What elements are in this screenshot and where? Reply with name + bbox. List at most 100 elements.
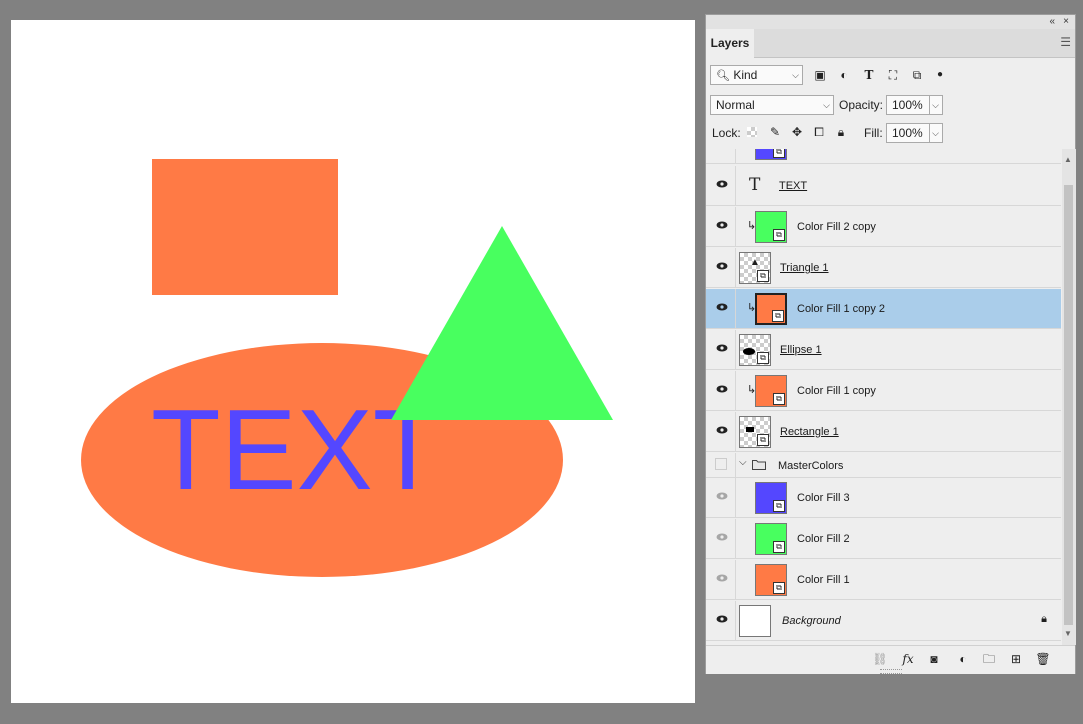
eye-icon[interactable] [716,262,728,270]
tab-layers[interactable]: Layers [706,29,754,58]
chevron-down-icon[interactable]: ⌵ [739,457,747,468]
layers-list[interactable]: ⧉ T TEXT ↳ ⧉ Color Fill 2 copy ▲ ⧉ Trian… [706,149,1061,645]
eye-icon[interactable] [716,221,728,229]
layer-name[interactable]: MasterColors [778,458,843,474]
blend-row: Normal ⌵ Opacity: 100% ⌵ [706,95,1075,119]
kind-filter-dropdown[interactable]: 🔍︎ Kind ⌵ [710,65,803,85]
layer-mask-icon[interactable]: ◙ [926,651,942,667]
link-layers-icon[interactable]: ⛓ [872,651,888,667]
fx-icon[interactable]: fx [900,651,916,667]
eye-icon[interactable] [716,533,728,541]
layer-name[interactable]: Background [782,613,841,629]
collapse-panel-icon[interactable]: « [1049,15,1055,29]
layer-row-partial[interactable]: ⧉ [706,149,1061,164]
adjustment-layer-icon[interactable]: ◐ [955,651,971,667]
fill-thumbnail: ⧉ [755,482,787,514]
smart-object-filter-icon[interactable]: ⧉ [910,68,924,82]
layer-row-triangle-1[interactable]: ▲ ⧉ Triangle 1 [706,248,1061,288]
eye-icon[interactable] [716,492,728,500]
layer-name[interactable]: TEXT [779,178,807,194]
fill-slider-toggle[interactable]: ⌵ [929,123,943,143]
smart-badge-icon: ⧉ [773,500,785,512]
lock-transparent-pixels-icon[interactable] [747,127,757,137]
eye-icon[interactable] [716,615,728,623]
new-group-icon[interactable]: 🗀︎ [981,651,997,667]
layer-name[interactable]: Color Fill 1 [797,572,850,588]
delete-layer-icon[interactable]: 🗑︎ [1035,651,1051,667]
type-filter-icon[interactable]: T [862,68,876,82]
layer-row-background[interactable]: Background 🔒︎ [706,601,1061,641]
opacity-slider-toggle[interactable]: ⌵ [929,95,943,115]
layer-row-rectangle-1[interactable]: ⧉ Rectangle 1 [706,412,1061,452]
scrollbar-thumb[interactable] [1064,185,1073,625]
pixel-filter-icon[interactable]: ▣ [813,68,827,82]
filter-toggle-icon[interactable]: ● [933,68,947,82]
layer-name[interactable]: Color Fill 1 copy [797,383,876,399]
layer-row-color-fill-1[interactable]: ⧉ Color Fill 1 [706,560,1061,600]
layer-row-text[interactable]: T TEXT [706,166,1061,206]
eye-icon[interactable] [716,574,728,582]
layer-name[interactable]: Color Fill 2 [797,531,850,547]
lock-all-icon[interactable]: 🔒︎ [834,125,848,139]
row-divider [735,371,736,410]
eye-icon[interactable] [716,426,728,434]
eye-icon[interactable] [716,180,728,188]
layers-panel: « × Layers ☰ 🔍︎ Kind ⌵ ▣ ◐ T ⛶ ⧉ ● Norma… [705,14,1076,674]
eye-icon[interactable] [716,303,728,311]
visibility-toggle-off[interactable] [715,458,727,470]
fill-thumbnail: ⧉ [755,293,787,325]
fill-thumbnail: ⧉ [755,149,787,160]
layer-name[interactable]: Rectangle 1 [780,424,839,440]
resize-grip[interactable] [880,669,902,674]
close-panel-icon[interactable]: × [1063,15,1069,29]
blend-mode-dropdown[interactable]: Normal ⌵ [710,95,834,115]
scroll-down-icon[interactable]: ▼ [1064,629,1072,638]
triangle-thumb-icon: ▲ [750,257,760,268]
row-divider [735,149,736,163]
layer-row-color-fill-2[interactable]: ⧉ Color Fill 2 [706,519,1061,559]
chevron-down-icon: ⌵ [932,100,939,110]
layer-name[interactable]: Color Fill 3 [797,490,850,506]
shape-thumbnail: ⧉ [739,416,771,448]
lock-image-pixels-icon[interactable]: ✎ [768,125,782,139]
layers-scrollbar[interactable]: ▲ ▼ [1062,149,1076,645]
smart-badge-icon: ⧉ [757,434,769,446]
eye-icon[interactable] [716,385,728,393]
adjustment-filter-icon[interactable]: ◐ [837,68,851,82]
layer-name[interactable]: Ellipse 1 [780,342,822,358]
layer-row-ellipse-1[interactable]: ⧉ Ellipse 1 [706,330,1061,370]
layer-name[interactable]: Color Fill 2 copy [797,219,876,235]
row-divider [735,560,736,599]
lock-artboard-icon[interactable]: ⧠ [812,125,826,139]
layer-row-color-fill-3[interactable]: ⧉ Color Fill 3 [706,478,1061,518]
fill-label: Fill: [864,126,883,140]
scroll-up-icon[interactable]: ▲ [1064,155,1072,164]
layer-row-color-fill-1-copy-2[interactable]: ↳ ⧉ Color Fill 1 copy 2 [706,289,1061,329]
panel-topbar: « × [706,15,1075,29]
new-layer-icon[interactable]: ⊞ [1008,651,1024,667]
opacity-field[interactable]: 100% [886,95,930,115]
row-divider [735,601,736,640]
smart-badge-icon: ⧉ [757,352,769,364]
row-divider [735,453,736,477]
shape-filter-icon[interactable]: ⛶ [886,68,900,82]
panel-menu-icon[interactable]: ☰ [1060,35,1071,49]
eye-icon[interactable] [716,344,728,352]
lock-row: Lock: ✎ ✥ ⧠ 🔒︎ Fill: 100% ⌵ [706,123,1075,147]
row-divider [735,478,736,517]
document-canvas[interactable]: TEXT [11,20,695,703]
fill-value: 100% [892,126,923,140]
layer-row-color-fill-2-copy[interactable]: ↳ ⧉ Color Fill 2 copy [706,207,1061,247]
fill-field[interactable]: 100% [886,123,930,143]
row-divider [735,330,736,369]
lock-position-icon[interactable]: ✥ [790,125,804,139]
fill-thumbnail: ⧉ [755,523,787,555]
fill-thumbnail: ⧉ [755,375,787,407]
smart-badge-icon: ⧉ [773,393,785,405]
layer-row-color-fill-1-copy[interactable]: ↳ ⧉ Color Fill 1 copy [706,371,1061,411]
triangle-shape [391,226,613,420]
chevron-down-icon: ⌵ [792,70,799,80]
layer-name[interactable]: Color Fill 1 copy 2 [797,301,885,317]
layer-group-mastercolors[interactable]: ⌵ MasterColors [706,453,1061,478]
layer-name[interactable]: Triangle 1 [780,260,829,276]
